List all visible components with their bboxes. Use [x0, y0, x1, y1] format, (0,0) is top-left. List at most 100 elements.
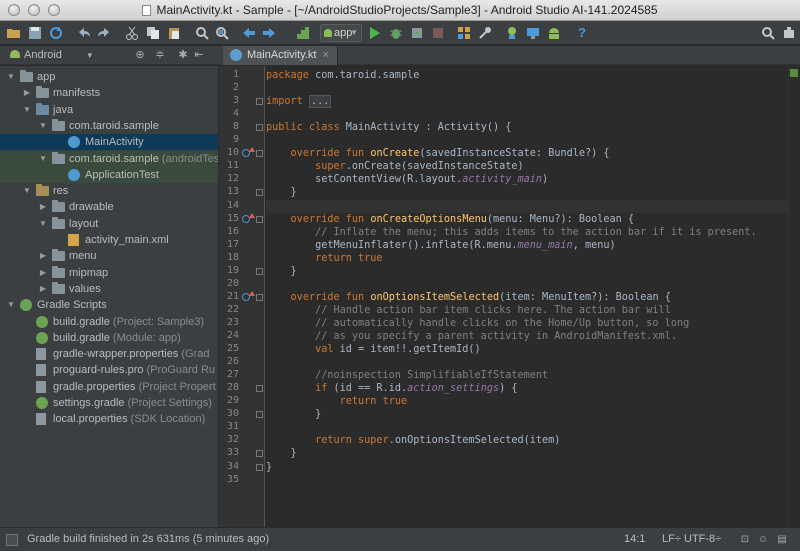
chevron-down-icon[interactable]: ▼	[22, 183, 32, 199]
code-line[interactable]: return true	[266, 395, 788, 408]
cut-icon[interactable]	[124, 25, 140, 41]
search-everywhere-icon[interactable]	[760, 25, 776, 41]
code-line[interactable]	[266, 474, 788, 487]
code-line[interactable]: public class MainActivity : Activity() {	[266, 121, 788, 134]
code-line[interactable]	[266, 108, 788, 121]
code-line[interactable]	[266, 199, 788, 213]
tree-item[interactable]: ApplicationTest	[0, 166, 218, 183]
override-marker-icon[interactable]	[242, 147, 255, 158]
code-area[interactable]: package com.taroid.sample import ... publi…	[266, 66, 800, 527]
attach-icon[interactable]	[409, 25, 425, 41]
code-line[interactable]: package com.taroid.sample	[266, 69, 788, 82]
code-line[interactable]	[266, 82, 788, 95]
tree-item[interactable]: proguard-rules.pro (ProGuard Ru	[0, 362, 218, 378]
tool-windows-toggle-icon[interactable]	[6, 534, 18, 546]
fold-marker-icon[interactable]	[256, 293, 263, 301]
sync-icon[interactable]	[48, 25, 64, 41]
tree-item[interactable]: ▼ java	[0, 102, 218, 118]
back-icon[interactable]	[241, 25, 257, 41]
chevron-down-icon[interactable]: ▼	[6, 297, 16, 313]
gear-icon[interactable]: ✱	[176, 48, 190, 62]
fold-marker-icon[interactable]	[256, 150, 263, 158]
tree-item[interactable]: ▼ com.taroid.sample	[0, 118, 218, 134]
chevron-right-icon[interactable]: ▶	[38, 248, 48, 264]
code-line[interactable]: }	[266, 447, 788, 460]
code-line[interactable]: }	[266, 408, 788, 421]
tree-item[interactable]: ▼ layout	[0, 216, 218, 232]
tree-item[interactable]: build.gradle (Module: app)	[0, 330, 218, 346]
code-line[interactable]: override fun onCreate(savedInstanceState…	[266, 147, 788, 160]
code-line[interactable]: }	[266, 186, 788, 199]
code-line[interactable]: super.onCreate(savedInstanceState)	[266, 160, 788, 173]
fold-marker-icon[interactable]	[256, 98, 263, 106]
tree-item[interactable]: ▼ Gradle Scripts	[0, 297, 218, 313]
chevron-down-icon[interactable]: ▼	[38, 216, 48, 232]
chevron-right-icon[interactable]: ▶	[38, 265, 48, 281]
help-icon[interactable]: ?	[574, 25, 590, 41]
copy-icon[interactable]	[145, 25, 161, 41]
tree-item[interactable]: MainActivity	[0, 134, 218, 151]
code-line[interactable]: import ...	[266, 95, 788, 109]
code-line[interactable]: return super.onOptionsItemSelected(item)	[266, 434, 788, 447]
code-line[interactable]	[266, 356, 788, 369]
open-folder-icon[interactable]	[6, 25, 22, 41]
code-line[interactable]: getMenuInflater().inflate(R.menu.menu_ma…	[266, 239, 788, 252]
undo-icon[interactable]	[76, 25, 92, 41]
code-line[interactable]: return true	[266, 252, 788, 265]
inspector-icon[interactable]: ☺	[757, 534, 769, 546]
close-icon[interactable]: ×	[322, 49, 328, 61]
code-line[interactable]: // Handle action bar item clicks here. T…	[266, 304, 788, 317]
fold-marker-icon[interactable]	[256, 463, 263, 471]
lock-icon[interactable]: ⊡	[739, 534, 751, 546]
stop-icon[interactable]	[430, 25, 446, 41]
android-icon[interactable]	[546, 25, 562, 41]
tree-item[interactable]: ▼ com.taroid.sample (androidTest)	[0, 150, 218, 167]
caret-position[interactable]: 14:1	[624, 528, 645, 551]
event-log-icon[interactable]: ▤	[776, 534, 788, 546]
line-separator[interactable]: LF÷	[662, 528, 681, 551]
collapse-all-icon[interactable]: ≑	[153, 48, 167, 62]
build-icon[interactable]	[295, 25, 311, 41]
fold-marker-icon[interactable]	[256, 267, 263, 275]
forward-icon[interactable]	[261, 25, 277, 41]
debug-icon[interactable]	[388, 25, 404, 41]
tree-item[interactable]: gradle.properties (Project Propert	[0, 379, 218, 395]
code-line[interactable]: }	[266, 265, 788, 278]
fold-marker-icon[interactable]	[256, 124, 263, 132]
fold-marker-icon[interactable]	[256, 189, 263, 197]
override-marker-icon[interactable]	[242, 290, 255, 301]
zoom-window-button[interactable]	[48, 4, 60, 16]
tree-item[interactable]: activity_main.xml	[0, 232, 218, 248]
run-configuration-select[interactable]: app ▼	[320, 24, 362, 42]
tree-item[interactable]: local.properties (SDK Location)	[0, 411, 218, 427]
tree-item[interactable]: ▶ menu	[0, 248, 218, 264]
chevron-down-icon[interactable]: ▼	[22, 102, 32, 118]
chevron-down-icon[interactable]: ▼	[38, 151, 48, 167]
tab-mainactivity[interactable]: MainActivity.kt ×	[223, 46, 338, 65]
project-view-select[interactable]: Android ▼	[10, 48, 94, 63]
replace-icon[interactable]	[214, 25, 230, 41]
tree-item[interactable]: ▶ values	[0, 281, 218, 297]
fold-marker-icon[interactable]	[256, 215, 263, 223]
fold-marker-icon[interactable]	[256, 450, 263, 458]
editor-scrollbar[interactable]	[788, 66, 800, 527]
fold-marker-icon[interactable]	[256, 411, 263, 419]
chevron-right-icon[interactable]: ▶	[22, 85, 32, 101]
code-line[interactable]	[266, 134, 788, 147]
chevron-right-icon[interactable]: ▶	[38, 199, 48, 215]
find-icon[interactable]	[194, 25, 210, 41]
chevron-down-icon[interactable]: ▼	[38, 118, 48, 134]
tree-item[interactable]: ▼ res	[0, 183, 218, 199]
code-line[interactable]: }	[266, 461, 788, 474]
settings-icon[interactable]	[781, 25, 797, 41]
close-window-button[interactable]	[8, 4, 20, 16]
tree-item[interactable]: ▶ mipmap	[0, 265, 218, 281]
tree-item[interactable]: ▶ manifests	[0, 85, 218, 101]
chevron-down-icon[interactable]: ▼	[6, 69, 16, 85]
run-icon[interactable]	[366, 25, 382, 41]
avd-manager-icon[interactable]	[456, 25, 472, 41]
file-encoding[interactable]: UTF-8÷	[684, 528, 721, 551]
tree-item[interactable]: ▶ drawable	[0, 199, 218, 215]
code-line[interactable]: // Inflate the menu; this adds items to …	[266, 226, 788, 239]
code-line[interactable]: //noinspection SimplifiableIfStatement	[266, 369, 788, 382]
